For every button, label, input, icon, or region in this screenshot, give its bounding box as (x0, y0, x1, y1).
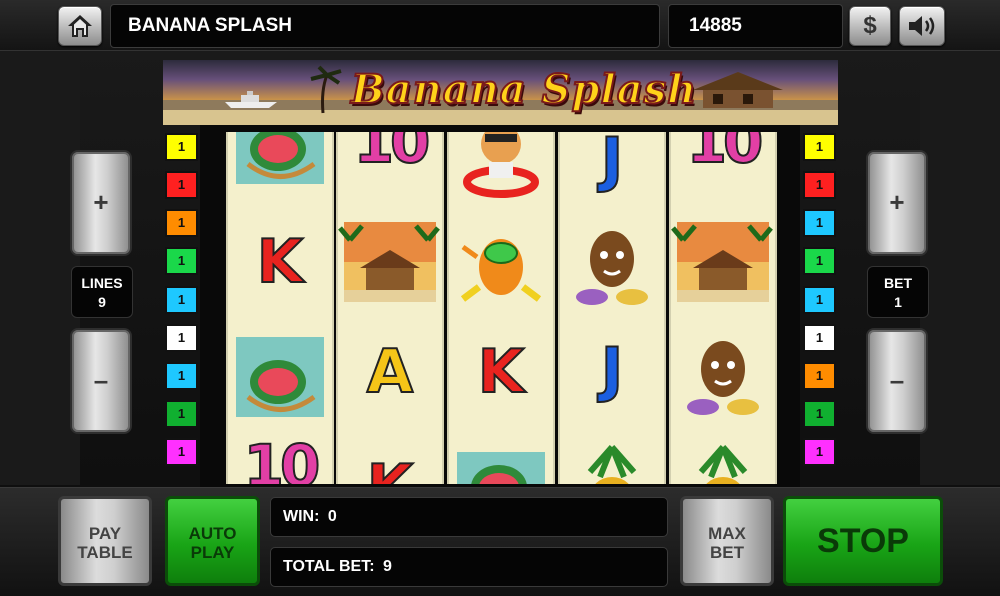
bottom-bar: PAY TABLE AUTO PLAY WIN: 0 TOTAL BET: 9 … (0, 487, 1000, 596)
watermelon-hammock-symbol (449, 442, 553, 484)
pineapple-symbol (560, 437, 664, 484)
win-value: 0 (327, 508, 337, 525)
letter-k-symbol: K (477, 336, 526, 408)
bet-display: BET 1 (867, 266, 929, 318)
beach-hut-symbol (671, 210, 775, 310)
bet-label: BET (884, 275, 912, 291)
reel-1: K 10 (226, 132, 334, 484)
payline-indicator[interactable]: 1 (165, 133, 198, 161)
dollar-icon: $ (863, 12, 877, 39)
payline-indicator[interactable]: 1 (803, 209, 836, 237)
bet-value: 1 (894, 294, 902, 310)
payline-indicator[interactable]: 1 (803, 324, 836, 352)
max-bet-label-2: BET (710, 543, 744, 562)
pay-table-label-2: TABLE (77, 543, 133, 562)
payline-indicator[interactable]: 1 (165, 247, 198, 275)
logo-text: Banana Splash (350, 65, 698, 114)
cashier-button[interactable]: $ (849, 6, 891, 46)
balance-display: 14885 (668, 4, 843, 48)
letter-k-symbol: K (338, 437, 442, 484)
payline-indicator[interactable]: 1 (165, 324, 198, 352)
payline-indicator[interactable]: 1 (165, 209, 198, 237)
reel-5: 10 (669, 132, 777, 484)
payline-indicator[interactable]: 1 (803, 286, 836, 314)
auto-play-button[interactable]: AUTO PLAY (165, 496, 260, 586)
top-bar: BANANA SPLASH 14885 $ (0, 0, 1000, 51)
payline-indicator[interactable]: 1 (165, 362, 198, 390)
speaker-icon (909, 16, 935, 36)
auto-play-label-2: PLAY (190, 543, 235, 562)
max-bet-label-1: MAX (708, 524, 746, 543)
bet-minus-button[interactable]: – (866, 328, 928, 434)
payline-indicator[interactable]: 1 (165, 438, 198, 466)
boat-icon (225, 91, 277, 108)
payline-indicator[interactable]: 1 (165, 286, 198, 314)
letter-j-symbol: J (600, 334, 624, 406)
home-button[interactable] (58, 6, 102, 46)
hut-icon (693, 72, 783, 108)
right-panel (920, 60, 1000, 485)
game-logo-banner: Banana Splash (163, 60, 838, 125)
payline-indicator[interactable]: 1 (803, 171, 836, 199)
auto-play-label-1: AUTO (188, 524, 237, 543)
payline-indicator[interactable]: 1 (803, 362, 836, 390)
sound-button[interactable] (899, 6, 945, 46)
lines-plus-button[interactable]: + (70, 150, 132, 256)
payline-indicator[interactable]: 1 (803, 133, 836, 161)
reel-2: 10 A K (336, 132, 444, 484)
payline-indicator[interactable]: 1 (165, 171, 198, 199)
payline-indicator[interactable]: 1 (803, 438, 836, 466)
letter-a-symbol: A (366, 336, 414, 408)
number-10-symbol: 10 (353, 132, 432, 177)
reel-3: K (447, 132, 555, 484)
lines-value: 9 (98, 294, 106, 310)
pay-table-button[interactable]: PAY TABLE (58, 496, 152, 586)
letter-j-symbol: J (600, 132, 624, 196)
watermelon-hammock-symbol (228, 132, 332, 194)
coconut-drummer-symbol (560, 217, 664, 317)
win-label: WIN: (283, 508, 320, 525)
lines-minus-button[interactable]: – (70, 328, 132, 434)
pay-table-label-1: PAY (88, 524, 122, 543)
total-bet-display: TOTAL BET: 9 (270, 547, 668, 587)
watermelon-hammock-symbol (228, 327, 332, 427)
coconut-drummer-symbol (671, 327, 775, 427)
payline-indicator[interactable]: 1 (803, 247, 836, 275)
win-display: WIN: 0 (270, 497, 668, 537)
payline-indicator[interactable]: 1 (165, 400, 198, 428)
reel-4: J J (558, 132, 666, 484)
bet-plus-button[interactable]: + (866, 150, 928, 256)
lines-display: LINES 9 (71, 266, 133, 318)
stop-button[interactable]: STOP (783, 496, 943, 586)
beach-hut-symbol (338, 210, 442, 310)
mango-snorkel-symbol (449, 217, 553, 317)
game-title: BANANA SPLASH (110, 4, 660, 48)
pineapple-symbol (671, 437, 775, 484)
number-10-symbol: 10 (243, 431, 322, 484)
letter-k-symbol: K (256, 226, 305, 298)
max-bet-button[interactable]: MAX BET (680, 496, 774, 586)
left-panel (0, 60, 80, 485)
total-bet-label: TOTAL BET: (283, 558, 375, 575)
total-bet-value: 9 (383, 558, 392, 575)
number-10-symbol: 10 (686, 132, 765, 177)
home-icon (68, 15, 92, 37)
lifeguard-symbol (449, 132, 553, 204)
lines-label: LINES (81, 275, 123, 291)
payline-indicator[interactable]: 1 (803, 400, 836, 428)
